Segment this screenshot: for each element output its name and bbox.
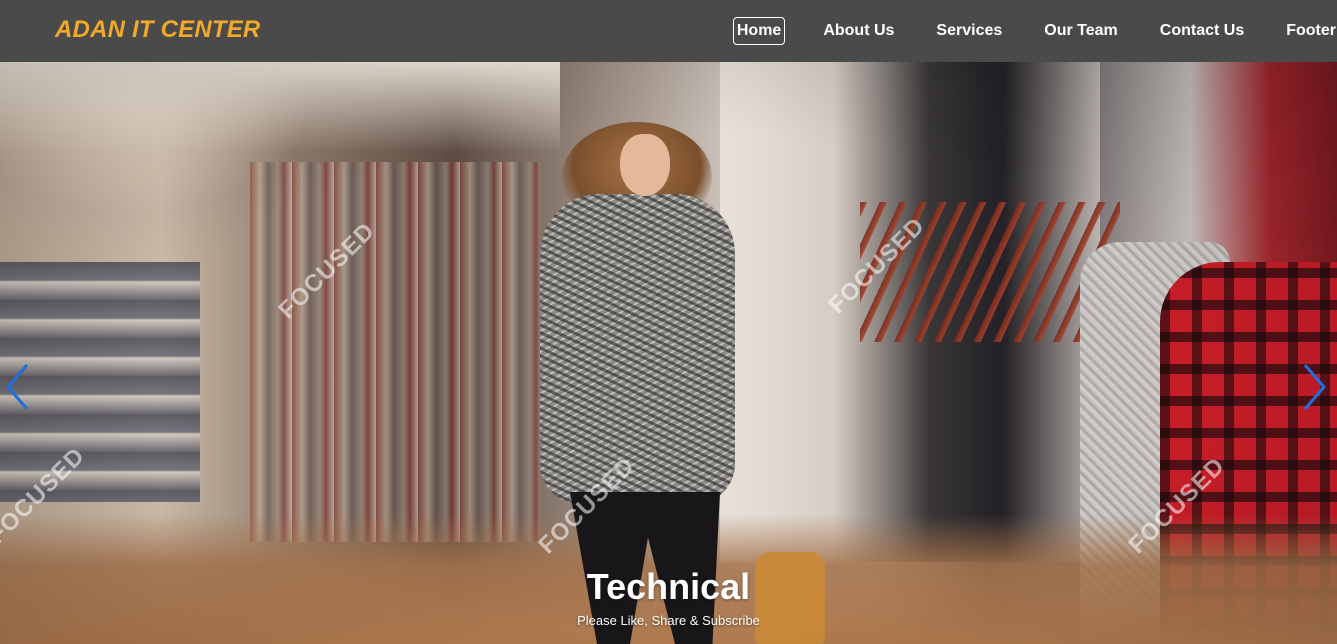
nav-footer[interactable]: Footer bbox=[1282, 17, 1337, 45]
hero-carousel: FOCUSED FOCUSED FOCUSED FOCUSED FOCUSED … bbox=[0, 62, 1337, 644]
nav-services[interactable]: Services bbox=[932, 17, 1006, 45]
nav-our-team[interactable]: Our Team bbox=[1040, 17, 1122, 45]
nav-contact-us[interactable]: Contact Us bbox=[1156, 17, 1248, 45]
carousel-next-button[interactable] bbox=[1299, 362, 1329, 412]
navbar: ADAN IT CENTER Home About Us Services Ou… bbox=[0, 0, 1337, 62]
nav-about-us[interactable]: About Us bbox=[819, 17, 898, 45]
nav-home[interactable]: Home bbox=[732, 17, 786, 45]
slide-title: Technical bbox=[586, 566, 751, 607]
slide-subtitle: Please Like, Share & Subscribe bbox=[577, 613, 760, 628]
image-vignette bbox=[0, 62, 1337, 644]
chevron-right-icon bbox=[1303, 364, 1326, 410]
brand-logo[interactable]: ADAN IT CENTER bbox=[55, 16, 260, 44]
nav-menu: Home About Us Services Our Team Contact … bbox=[732, 16, 1337, 46]
chevron-left-icon bbox=[6, 364, 29, 410]
carousel-prev-button[interactable] bbox=[3, 362, 33, 412]
